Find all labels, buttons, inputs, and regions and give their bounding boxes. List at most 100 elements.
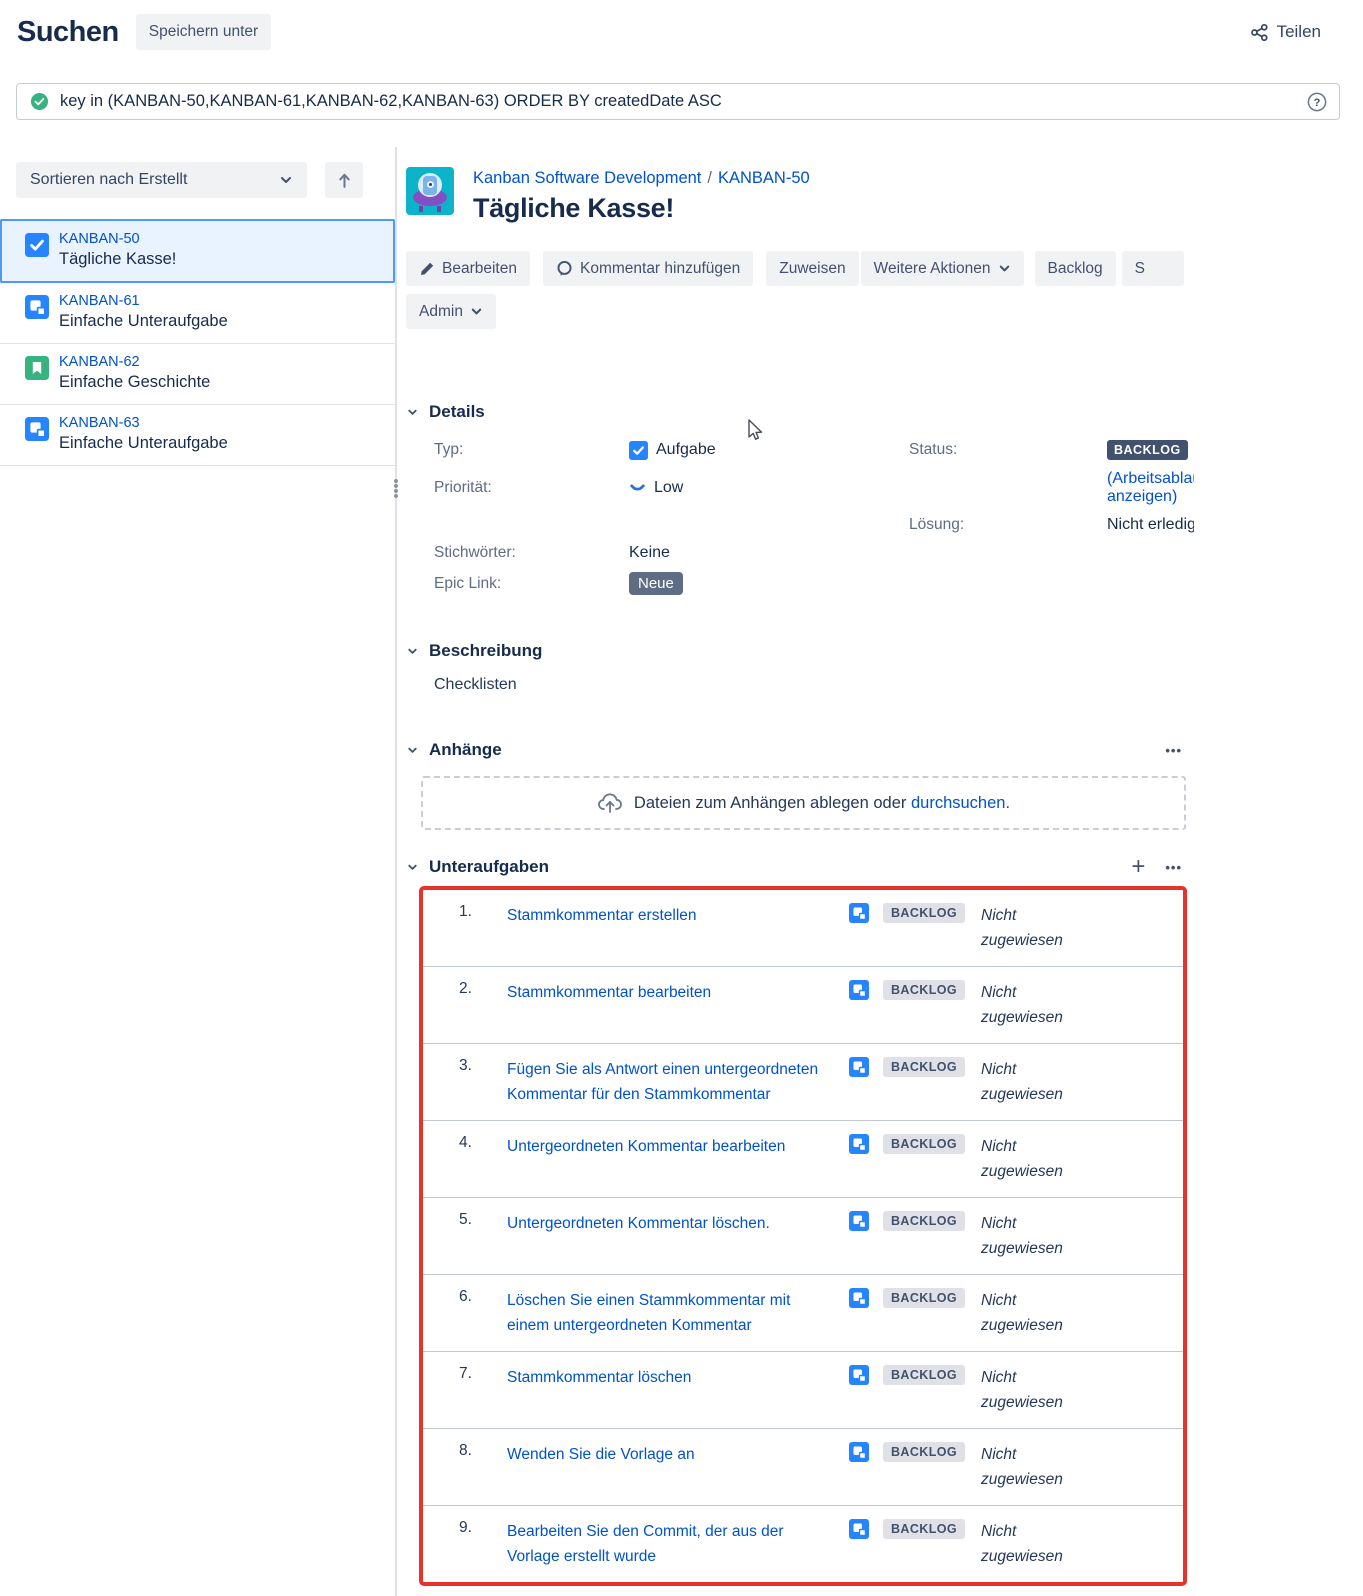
status-badge: BACKLOG bbox=[1107, 440, 1188, 460]
subtask-title-link[interactable]: Stammkommentar löschen bbox=[507, 1365, 849, 1415]
priority-value: Low bbox=[654, 479, 683, 497]
share-button[interactable]: Teilen bbox=[1250, 22, 1321, 42]
subtask-title-link[interactable]: Untergeordneten Kommentar bearbeiten bbox=[507, 1134, 849, 1184]
results-sidebar: Sortieren nach Erstellt KANBAN-50 Täglich… bbox=[0, 147, 397, 1596]
admin-button[interactable]: Admin bbox=[406, 294, 496, 329]
epic-link-label: Epic Link: bbox=[434, 575, 629, 593]
help-icon[interactable]: ? bbox=[1307, 92, 1327, 112]
subtask-title-link[interactable]: Bearbeiten Sie den Commit, der aus der V… bbox=[507, 1519, 849, 1569]
subtask-number: 6. bbox=[459, 1288, 507, 1338]
subtask-type-icon bbox=[25, 417, 49, 441]
add-subtask-icon[interactable]: + bbox=[1131, 855, 1145, 879]
subtask-assignee: Nicht zugewiesen bbox=[981, 1211, 1101, 1261]
subtask-type-icon bbox=[849, 1442, 869, 1462]
attachments-section: Anhänge ••• Dateien zum Anhängen ablegen… bbox=[406, 740, 1194, 830]
assign-button[interactable]: Zuweisen bbox=[766, 251, 858, 286]
priority-label: Priorität: bbox=[434, 479, 629, 497]
chevron-down-icon bbox=[279, 173, 293, 187]
subtask-number: 7. bbox=[459, 1365, 507, 1415]
subtask-assignee: Nicht zugewiesen bbox=[981, 1365, 1101, 1415]
sidebar-issue-kanban-50[interactable]: KANBAN-50 Tägliche Kasse! bbox=[0, 219, 395, 283]
page-title: Suchen bbox=[17, 16, 119, 49]
sidebar-issue-kanban-61[interactable]: KANBAN-61Einfache Unteraufgabe bbox=[0, 283, 395, 344]
attachments-heading: Anhänge bbox=[429, 740, 502, 760]
subtasks-more-icon[interactable]: ••• bbox=[1165, 861, 1182, 874]
query-valid-icon bbox=[30, 92, 49, 111]
subtask-row: 2.Stammkommentar bearbeitenBACKLOGNicht … bbox=[423, 966, 1183, 1043]
subtask-number: 4. bbox=[459, 1134, 507, 1184]
more-actions-button[interactable]: Weitere Aktionen bbox=[861, 251, 1024, 286]
subtask-type-icon bbox=[849, 1134, 869, 1154]
subtask-title-link[interactable]: Wenden Sie die Vorlage an bbox=[507, 1442, 849, 1492]
description-section: Beschreibung Checklisten bbox=[406, 641, 1194, 694]
issue-key: KANBAN-63 bbox=[59, 415, 228, 431]
breadcrumb: Kanban Software Development/KANBAN-50 bbox=[473, 169, 810, 188]
subtask-type-icon bbox=[849, 1057, 869, 1077]
priority-low-icon bbox=[629, 480, 646, 497]
subtask-assignee: Nicht zugewiesen bbox=[981, 903, 1101, 953]
backlog-transition-button[interactable]: Backlog bbox=[1035, 251, 1116, 286]
subtask-title-link[interactable]: Untergeordneten Kommentar löschen. bbox=[507, 1211, 849, 1261]
project-avatar bbox=[406, 167, 454, 215]
jql-search-box[interactable]: ? bbox=[16, 83, 1340, 120]
subtask-status-badge: BACKLOG bbox=[883, 980, 965, 1000]
sort-dropdown[interactable]: Sortieren nach Erstellt bbox=[16, 162, 307, 198]
add-comment-button[interactable]: Kommentar hinzufügen bbox=[543, 251, 753, 286]
collapse-subtasks-icon[interactable] bbox=[406, 861, 419, 874]
subtask-assignee: Nicht zugewiesen bbox=[981, 980, 1101, 1030]
collapse-attachments-icon[interactable] bbox=[406, 744, 419, 757]
breadcrumb-project-link[interactable]: Kanban Software Development bbox=[473, 169, 701, 187]
subtask-row: 8.Wenden Sie die Vorlage anBACKLOGNicht … bbox=[423, 1428, 1183, 1505]
view-workflow-link[interactable]: (Arbeitsablauf anzeigen) bbox=[1107, 470, 1194, 506]
epic-link-badge[interactable]: Neue bbox=[629, 572, 683, 595]
subtask-row: 4.Untergeordneten Kommentar bearbeitenBA… bbox=[423, 1120, 1183, 1197]
collapse-details-icon[interactable] bbox=[406, 406, 419, 419]
comment-icon bbox=[556, 260, 573, 277]
issue-key: KANBAN-62 bbox=[59, 354, 210, 370]
type-value: Aufgabe bbox=[656, 441, 716, 459]
breadcrumb-issue-link[interactable]: KANBAN-50 bbox=[718, 169, 810, 187]
subtask-type-icon bbox=[849, 903, 869, 923]
subtask-status-badge: BACKLOG bbox=[883, 1442, 965, 1462]
subtask-type-icon bbox=[849, 1288, 869, 1308]
type-label: Typ: bbox=[434, 441, 629, 459]
issue-list: KANBAN-50 Tägliche Kasse! KANBAN-61Einfach… bbox=[0, 219, 395, 466]
share-icon bbox=[1250, 23, 1269, 42]
subtask-number: 1. bbox=[459, 903, 507, 953]
issue-summary: Einfache Unteraufgabe bbox=[59, 434, 228, 453]
subtask-title-link[interactable]: Stammkommentar erstellen bbox=[507, 903, 849, 953]
share-label: Teilen bbox=[1277, 22, 1321, 42]
subtask-title-link[interactable]: Stammkommentar bearbeiten bbox=[507, 980, 849, 1030]
issue-summary: Einfache Geschichte bbox=[59, 373, 210, 392]
chevron-down-icon bbox=[998, 262, 1011, 275]
subtask-title-link[interactable]: Fügen Sie als Antwort einen untergeordne… bbox=[507, 1057, 849, 1107]
subtask-title-link[interactable]: Löschen Sie einen Stammkommentar mit ein… bbox=[507, 1288, 849, 1338]
attachment-dropzone[interactable]: Dateien zum Anhängen ablegen oder durchs… bbox=[421, 776, 1186, 830]
issue-detail-panel: Kanban Software Development/KANBAN-50 Tä… bbox=[397, 147, 1194, 1596]
subtask-row: 5.Untergeordneten Kommentar löschen.BACK… bbox=[423, 1197, 1183, 1274]
subtask-assignee: Nicht zugewiesen bbox=[981, 1288, 1101, 1338]
task-type-icon bbox=[629, 441, 648, 460]
subtask-number: 5. bbox=[459, 1211, 507, 1261]
clipped-transition-button[interactable]: S bbox=[1122, 251, 1184, 286]
issue-title: Tägliche Kasse! bbox=[473, 193, 810, 224]
collapse-description-icon[interactable] bbox=[406, 645, 419, 658]
resolution-value: Nicht erledigt bbox=[1107, 516, 1194, 534]
subtask-assignee: Nicht zugewiesen bbox=[981, 1442, 1101, 1492]
attachments-more-icon[interactable]: ••• bbox=[1165, 744, 1182, 757]
jql-query-input[interactable] bbox=[60, 92, 1296, 111]
save-as-button[interactable]: Speichern unter bbox=[136, 14, 271, 50]
sidebar-resize-handle[interactable]: •••• bbox=[390, 479, 402, 499]
subtask-row: 3.Fügen Sie als Antwort einen untergeord… bbox=[423, 1043, 1183, 1120]
status-label: Status: bbox=[909, 441, 1107, 459]
browse-files-link[interactable]: durchsuchen. bbox=[911, 794, 1010, 812]
issue-key: KANBAN-50 bbox=[59, 231, 176, 247]
sidebar-issue-kanban-62[interactable]: KANBAN-62 Einfache Geschichte bbox=[0, 344, 395, 405]
subtask-status-badge: BACKLOG bbox=[883, 1519, 965, 1539]
subtask-type-icon bbox=[25, 295, 49, 319]
sort-direction-button[interactable] bbox=[325, 162, 363, 198]
task-type-icon bbox=[25, 233, 49, 257]
sidebar-issue-kanban-63[interactable]: KANBAN-63 Einfache Unteraufgabe bbox=[0, 405, 395, 466]
issue-summary: Tägliche Kasse! bbox=[59, 250, 176, 269]
edit-button[interactable]: Bearbeiten bbox=[406, 251, 530, 286]
